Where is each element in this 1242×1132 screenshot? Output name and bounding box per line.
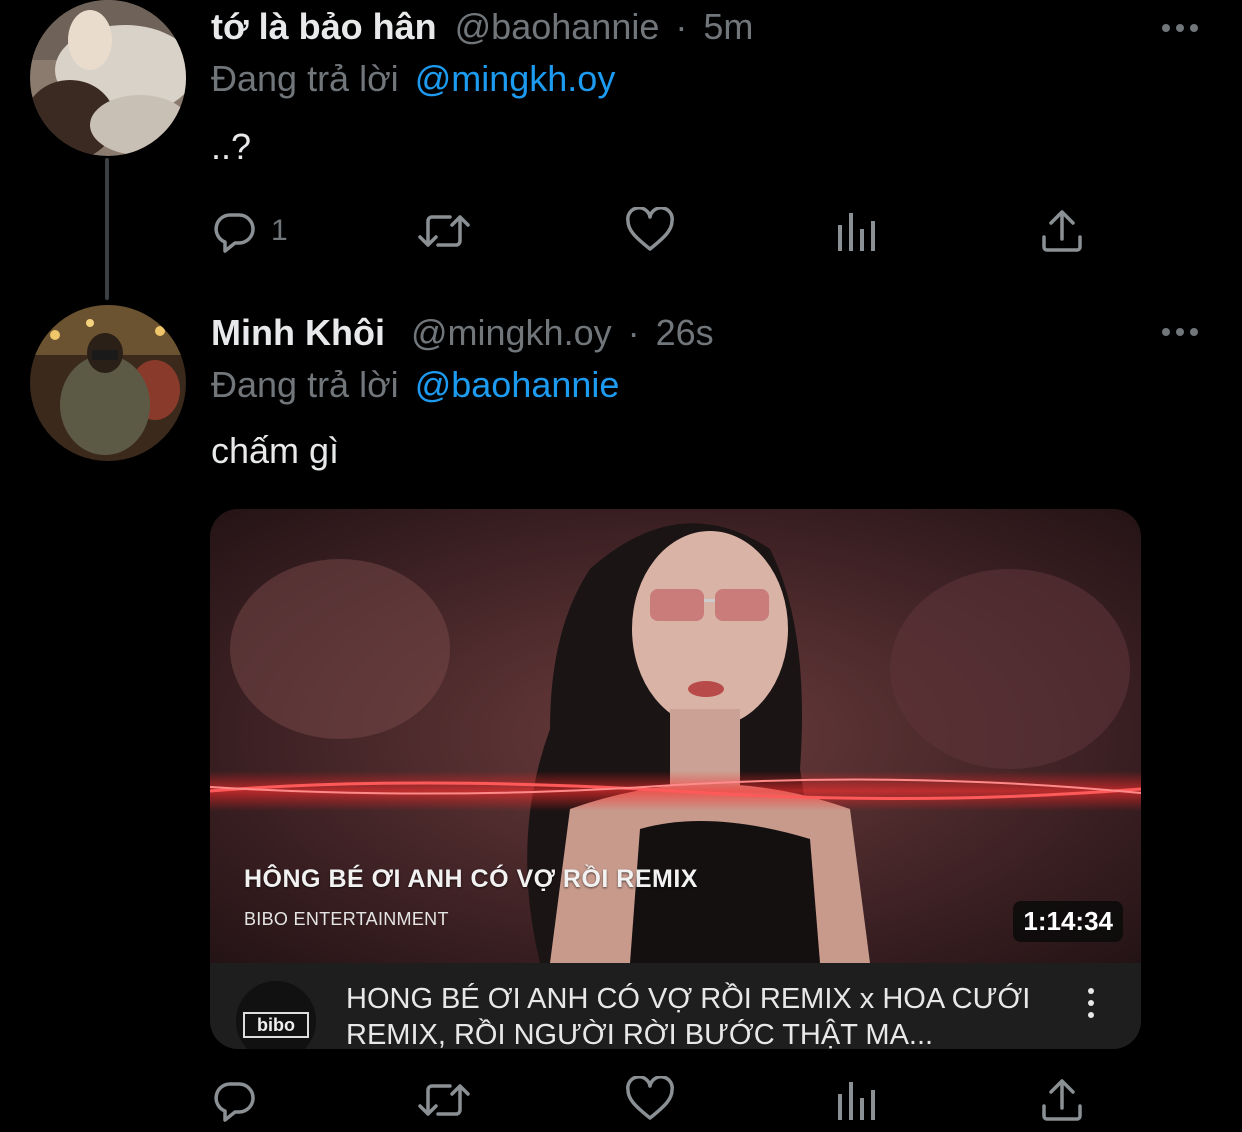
display-name[interactable]: Minh Khôi bbox=[211, 312, 385, 353]
reply-count: 1 bbox=[271, 214, 288, 247]
separator: · bbox=[627, 312, 640, 353]
reply-icon bbox=[214, 1082, 255, 1122]
timestamp[interactable]: 5m bbox=[703, 6, 753, 47]
reply-button[interactable] bbox=[211, 1075, 271, 1125]
replying-to: Đang trả lời @baohannie bbox=[211, 364, 619, 406]
video-duration: 1:14:34 bbox=[1013, 901, 1123, 942]
video-thumbnail[interactable]: HÔNG BÉ ƠI ANH CÓ VỢ RỒI REMIX BIBO ENTE… bbox=[210, 509, 1141, 963]
tweet-actions bbox=[211, 1075, 1111, 1125]
more-dots-icon[interactable] bbox=[1160, 18, 1200, 38]
analytics-icon bbox=[838, 213, 875, 251]
replying-prefix: Đang trả lời bbox=[211, 58, 399, 99]
heart-icon bbox=[626, 207, 674, 251]
retweet-button[interactable] bbox=[416, 206, 472, 256]
share-icon bbox=[1042, 210, 1082, 252]
reply-button[interactable]: 1 bbox=[211, 206, 288, 256]
handle[interactable]: @baohannie bbox=[455, 6, 660, 47]
tweet-header: tớ là bảo hân @baohannie · 5m bbox=[211, 6, 753, 48]
share-button[interactable] bbox=[1039, 1075, 1085, 1125]
analytics-button[interactable] bbox=[835, 206, 879, 256]
channel-logo[interactable]: bibo bbox=[236, 981, 316, 1049]
more-dots-icon[interactable] bbox=[1160, 322, 1200, 342]
display-name[interactable]: tớ là bảo hân bbox=[211, 6, 437, 47]
youtube-video-card[interactable]: HÔNG BÉ ƠI ANH CÓ VỢ RỒI REMIX BIBO ENTE… bbox=[210, 509, 1141, 1049]
share-button[interactable] bbox=[1039, 206, 1085, 256]
tweet-actions: 1 bbox=[211, 206, 1111, 256]
heart-icon bbox=[626, 1076, 674, 1120]
analytics-icon bbox=[838, 1082, 875, 1120]
like-button[interactable] bbox=[625, 1075, 675, 1125]
like-button[interactable] bbox=[625, 206, 675, 256]
share-icon bbox=[1042, 1079, 1082, 1121]
video-info-bar: bibo HONG BÉ ƠI ANH CÓ VỢ RỒI REMIX x HO… bbox=[210, 963, 1141, 1049]
tweet-header: Minh Khôi @mingkh.oy · 26s bbox=[211, 312, 714, 354]
retweet-button[interactable] bbox=[416, 1075, 472, 1125]
tweet-text: ..? bbox=[211, 126, 252, 167]
retweet-icon bbox=[418, 215, 470, 247]
thread-line bbox=[105, 158, 109, 300]
channel-logo-text: bibo bbox=[257, 1015, 295, 1035]
video-title[interactable]: HONG BÉ ƠI ANH CÓ VỢ RỒI REMIX x HOA CƯỚ… bbox=[346, 981, 1046, 1049]
reply-icon bbox=[214, 213, 255, 253]
thumbnail-title: HÔNG BÉ ƠI ANH CÓ VỢ RỒI REMIX bbox=[244, 865, 698, 893]
handle[interactable]: @mingkh.oy bbox=[411, 312, 612, 353]
replying-prefix: Đang trả lời bbox=[211, 364, 399, 405]
mention-link[interactable]: @mingkh.oy bbox=[415, 58, 616, 99]
analytics-button[interactable] bbox=[835, 1075, 879, 1125]
kebab-menu-icon[interactable] bbox=[1085, 987, 1097, 1019]
avatar-baohannie[interactable] bbox=[30, 0, 186, 156]
replying-to: Đang trả lời @mingkh.oy bbox=[211, 58, 615, 100]
timestamp[interactable]: 26s bbox=[656, 312, 714, 353]
tweet-text: chấm gì bbox=[211, 430, 340, 471]
thumbnail-subtitle: BIBO ENTERTAINMENT bbox=[244, 909, 449, 929]
avatar-mingkh[interactable] bbox=[30, 305, 186, 461]
retweet-icon bbox=[418, 1084, 470, 1116]
mention-link[interactable]: @baohannie bbox=[415, 364, 620, 405]
separator: · bbox=[675, 6, 688, 47]
